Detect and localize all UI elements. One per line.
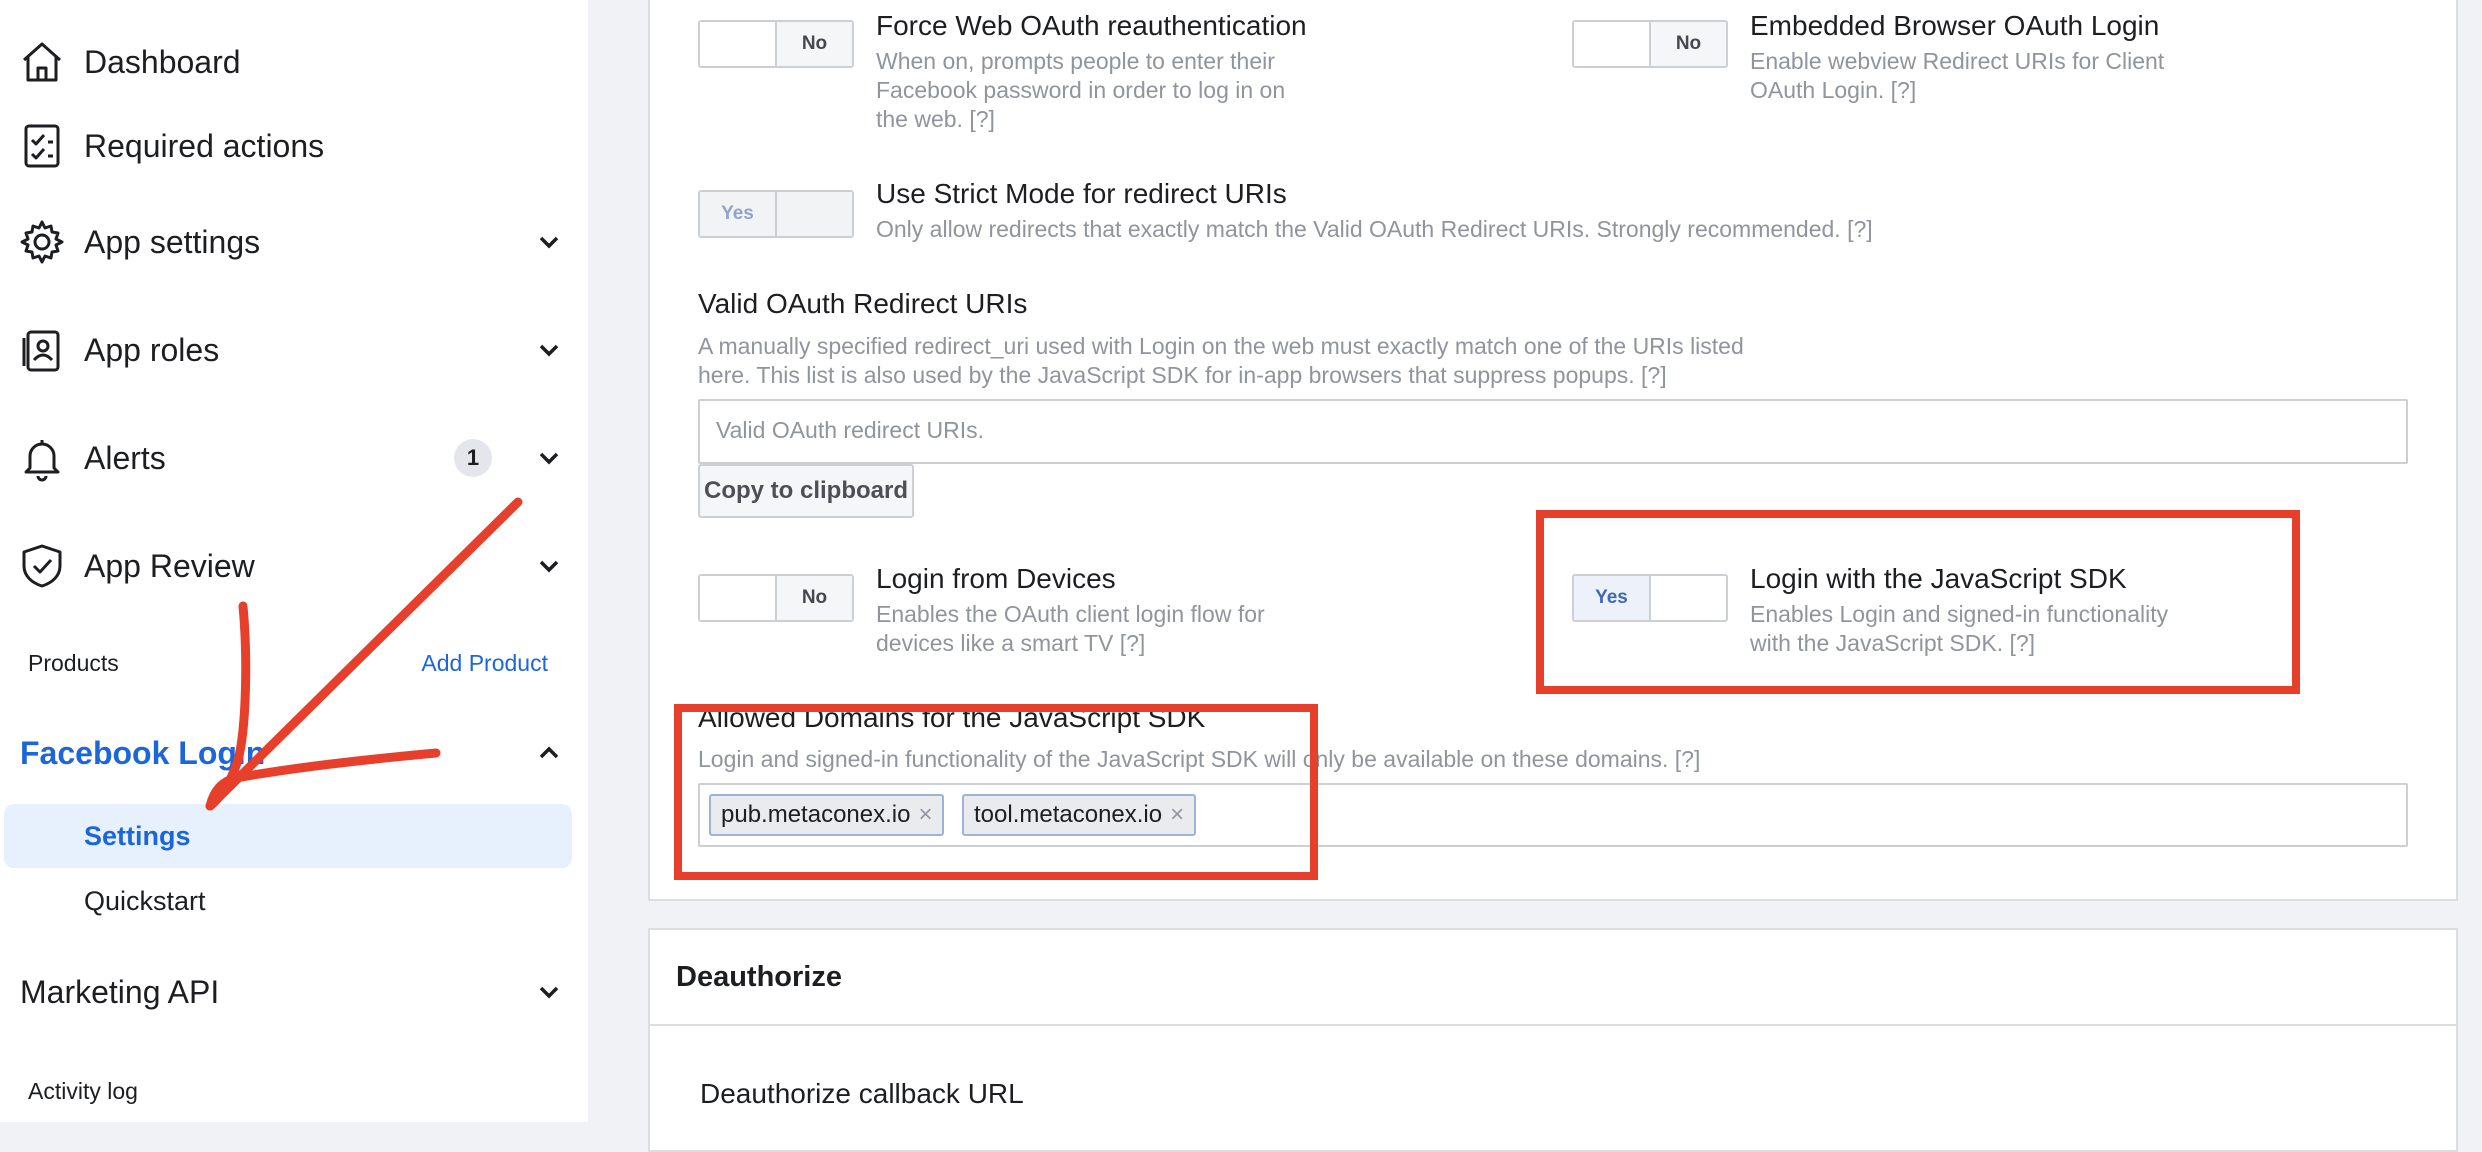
chevron-down-icon[interactable] bbox=[532, 549, 566, 583]
gear-icon bbox=[16, 216, 68, 268]
embedded-browser-title: Embedded Browser OAuth Login bbox=[1750, 10, 2160, 41]
bell-icon bbox=[16, 432, 68, 484]
toggle-knob bbox=[700, 22, 777, 66]
sidebar-subitem-settings[interactable]: Settings bbox=[4, 804, 572, 868]
description-line: Enables the OAuth client login flow for bbox=[876, 601, 1265, 627]
sidebar-subitem-quickstart[interactable]: Quickstart bbox=[84, 886, 206, 917]
deauthorize-panel: Deauthorize Deauthorize callback URL bbox=[648, 928, 2458, 1152]
sidebar-item-marketing-api[interactable]: Marketing API bbox=[20, 960, 566, 1024]
chevron-up-icon[interactable] bbox=[532, 736, 566, 770]
shield-check-icon bbox=[16, 540, 68, 592]
input-placeholder: Valid OAuth redirect URIs. bbox=[716, 417, 985, 443]
chevron-down-icon[interactable] bbox=[532, 333, 566, 367]
products-section-label: Products bbox=[28, 650, 119, 676]
toggle-state: Yes bbox=[700, 192, 777, 236]
description-line: here. This list is also used by the Java… bbox=[698, 362, 1667, 388]
sidebar-item-app-review[interactable]: App Review bbox=[16, 534, 566, 598]
annotation-highlight-box bbox=[1536, 510, 2300, 694]
chevron-down-icon[interactable] bbox=[532, 225, 566, 259]
deauthorize-callback-label: Deauthorize callback URL bbox=[700, 1078, 1024, 1109]
strict-mode-description: Only allow redirects that exactly match … bbox=[876, 215, 1873, 244]
sidebar-subitem-label: Settings bbox=[84, 820, 191, 851]
chevron-down-icon[interactable] bbox=[532, 975, 566, 1009]
sidebar-item-label: Marketing API bbox=[20, 973, 220, 1010]
sidebar-item-required-actions[interactable]: Required actions bbox=[16, 114, 566, 178]
toggle-state: No bbox=[1651, 22, 1726, 66]
toggle-knob bbox=[777, 192, 852, 236]
checklist-icon bbox=[16, 120, 68, 172]
alerts-count-badge: 1 bbox=[454, 439, 492, 477]
add-product-link[interactable]: Add Product bbox=[421, 650, 548, 677]
sidebar-item-label: App roles bbox=[84, 331, 220, 368]
sidebar-item-label: Required actions bbox=[84, 127, 325, 164]
force-reauth-toggle[interactable]: No bbox=[698, 20, 854, 68]
sidebar-item-label: Dashboard bbox=[84, 43, 241, 80]
sidebar-item-dashboard[interactable]: Dashboard bbox=[16, 30, 566, 94]
toggle-knob bbox=[1574, 22, 1651, 66]
login-devices-title: Login from Devices bbox=[876, 563, 1116, 594]
sidebar-item-alerts[interactable]: Alerts 1 bbox=[16, 426, 566, 490]
sidebar-item-app-settings[interactable]: App settings bbox=[16, 210, 566, 274]
copy-to-clipboard-button[interactable]: Copy to clipboard bbox=[698, 464, 914, 518]
description-line: Only allow redirects that exactly match … bbox=[876, 216, 1873, 242]
toggle-knob bbox=[700, 576, 777, 620]
sidebar-item-app-roles[interactable]: App roles bbox=[16, 318, 566, 382]
id-badge-icon bbox=[16, 324, 68, 376]
valid-redirects-input[interactable]: Valid OAuth redirect URIs. bbox=[698, 399, 2408, 464]
home-icon bbox=[16, 36, 68, 88]
sidebar-item-label: App settings bbox=[84, 223, 261, 260]
toggle-state: No bbox=[777, 576, 852, 620]
description-line: Facebook password in order to log in on bbox=[876, 77, 1286, 103]
sidebar-item-facebook-login[interactable]: Facebook Login bbox=[20, 728, 566, 778]
login-devices-toggle[interactable]: No bbox=[698, 574, 854, 622]
sidebar-item-label: Facebook Login bbox=[20, 734, 266, 771]
sidebar-item-label: App Review bbox=[84, 547, 255, 584]
embedded-browser-description: Enable webview Redirect URIs for Client … bbox=[1750, 47, 2164, 105]
strict-mode-toggle[interactable]: Yes bbox=[698, 190, 854, 238]
chevron-down-icon[interactable] bbox=[532, 441, 566, 475]
description-line: When on, prompts people to enter their bbox=[876, 48, 1275, 74]
force-reauth-title: Force Web OAuth reauthentication bbox=[876, 10, 1307, 41]
activity-log-link[interactable]: Activity log bbox=[28, 1078, 138, 1105]
annotation-highlight-box bbox=[674, 704, 1318, 880]
sidebar: Dashboard Required actions App settings … bbox=[0, 0, 588, 1122]
embedded-browser-toggle[interactable]: No bbox=[1572, 20, 1728, 68]
force-reauth-description: When on, prompts people to enter their F… bbox=[876, 47, 1285, 134]
description-line: devices like a smart TV [?] bbox=[876, 630, 1146, 656]
valid-redirects-title: Valid OAuth Redirect URIs bbox=[698, 288, 1028, 319]
deauthorize-header: Deauthorize bbox=[650, 930, 2456, 1026]
description-line: A manually specified redirect_uri used w… bbox=[698, 333, 1744, 359]
sidebar-item-label: Alerts bbox=[84, 439, 166, 476]
description-line: Enable webview Redirect URIs for Client bbox=[1750, 48, 2165, 74]
description-line: the web. [?] bbox=[876, 106, 995, 132]
description-line: OAuth Login. [?] bbox=[1750, 77, 1917, 103]
strict-mode-title: Use Strict Mode for redirect URIs bbox=[876, 178, 1287, 209]
login-devices-description: Enables the OAuth client login flow for … bbox=[876, 600, 1265, 658]
valid-redirects-description: A manually specified redirect_uri used w… bbox=[698, 332, 1744, 390]
toggle-state: No bbox=[777, 22, 852, 66]
